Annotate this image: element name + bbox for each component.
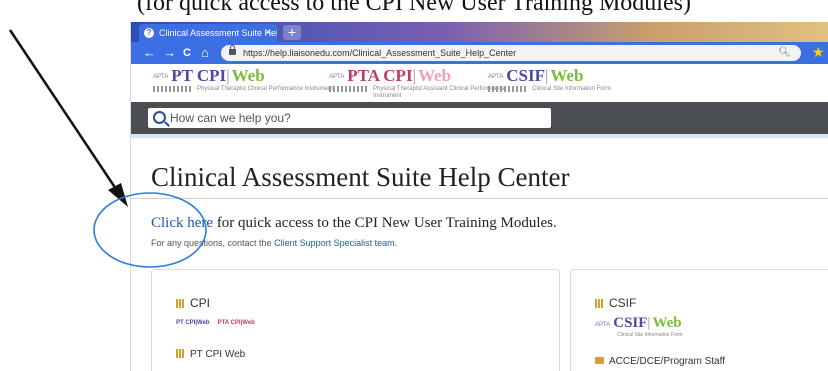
pta-cpi-web-logo[interactable]: APTA PTA CPI| Web Physical Therapist Assis… (329, 66, 505, 99)
divider (131, 134, 828, 138)
contact-line: For any questions, contact the Client Su… (151, 238, 398, 248)
logo-dots (488, 86, 528, 92)
csif-panel-title[interactable]: CSIF (595, 296, 636, 310)
quick-access-line: Click here for quick access to the CPI N… (151, 215, 557, 232)
page-title: Clinical Assessment Suite Help Center (151, 162, 570, 192)
click-here-link[interactable]: Click here (151, 215, 213, 231)
bookmark-star-icon[interactable]: ★ (812, 44, 825, 61)
annotation-arrowhead (108, 183, 128, 207)
question-icon: ? (144, 28, 154, 38)
books-icon (595, 299, 604, 308)
zoom-icon[interactable]: 🔍︎ (778, 45, 791, 61)
books-icon (176, 299, 185, 308)
folder-icon (595, 357, 604, 364)
pt-cpi-web-link[interactable]: PT CPI Web (176, 349, 245, 360)
browser-tab[interactable]: ? Clinical Assessment Suite Help C × (139, 24, 277, 42)
logo-dots (329, 86, 369, 92)
browser-toolbar: ← → C ⌂ https://help.liaisonedu.com/Clin… (131, 42, 828, 64)
logo-dots (153, 86, 193, 92)
client-support-link[interactable]: Client Support Specialist team (274, 238, 395, 248)
logo-strip: APTA PT CPI| Web Physical Therapist Clinic… (131, 64, 828, 102)
tab-title: Clinical Assessment Suite Help C (159, 28, 277, 38)
acce-dce-staff-link[interactable]: ACCE/DCE/Program Staff (595, 356, 725, 367)
search-placeholder: How can we help you? (170, 111, 291, 125)
books-icon (176, 349, 185, 358)
new-tab-button[interactable]: + (283, 25, 301, 40)
csif-web-logo[interactable]: APTA CSIF| Web Clinical Site Information F… (488, 66, 611, 92)
address-bar[interactable]: https://help.liaisonedu.com/Clinical_Ass… (221, 45, 801, 61)
forward-arrow-icon[interactable]: → (163, 45, 176, 61)
csif-mini-logo[interactable]: APTA CSIF| Web Clinical Site Information F… (595, 314, 683, 338)
pt-cpi-web-logo[interactable]: APTA PT CPI| Web Physical Therapist Clinic… (153, 66, 333, 92)
caption-text: (for quick access to the CPI New User Tr… (137, 0, 691, 16)
cpi-panel-title[interactable]: CPI (176, 296, 210, 310)
url-text: https://help.liaisonedu.com/Clinical_Ass… (243, 48, 517, 58)
search-input[interactable]: How can we help you? (148, 108, 551, 128)
close-icon[interactable]: × (265, 24, 271, 42)
home-icon[interactable]: ⌂ (201, 45, 209, 61)
cpi-mini-logos[interactable]: PT CPI|Web PTA CPI|Web (176, 320, 255, 326)
divider (131, 198, 828, 199)
cpi-panel: CPI PT CPI|Web PTA CPI|Web PT CPI Web (151, 269, 560, 371)
search-icon (153, 111, 166, 124)
reload-icon[interactable]: C (183, 45, 191, 61)
quick-access-text: for quick access to the CPI New User Tra… (213, 215, 557, 231)
back-arrow-icon[interactable]: ← (143, 45, 156, 61)
annotation-arrow (8, 29, 120, 193)
browser-screenshot: ? Clinical Assessment Suite Help C × + ←… (130, 22, 828, 371)
search-bar: How can we help you? (131, 102, 828, 134)
lock-icon (229, 45, 236, 55)
csif-panel: CSIF APTA CSIF| Web Clinical Site Informat… (570, 269, 828, 371)
tab-bar: ? Clinical Assessment Suite Help C × + (131, 22, 828, 42)
